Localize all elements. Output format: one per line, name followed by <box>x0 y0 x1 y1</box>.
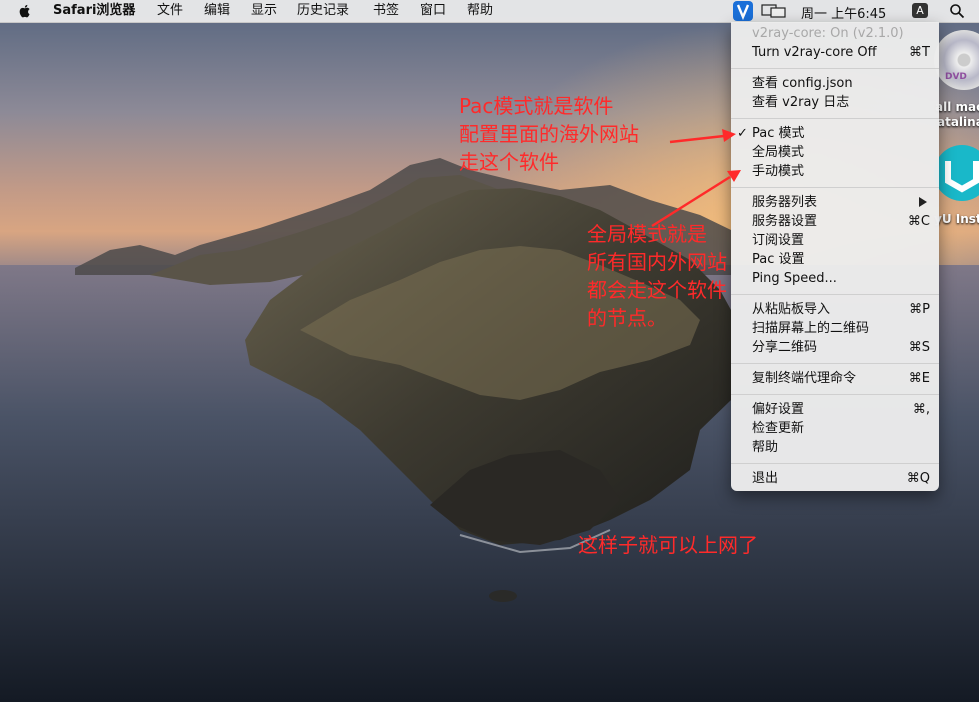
arrow-to-global-mode-icon <box>651 170 741 228</box>
arrow-to-pac-mode-icon <box>669 129 736 144</box>
annotation-arrows <box>651 129 741 228</box>
